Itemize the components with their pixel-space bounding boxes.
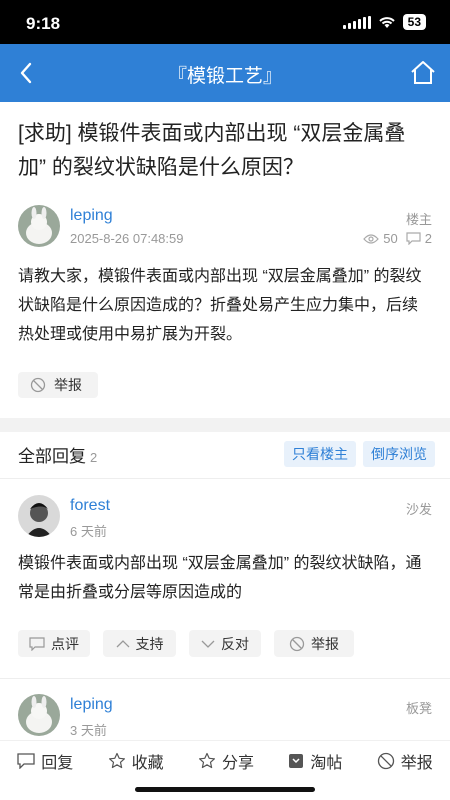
report-label: 举报 bbox=[311, 635, 339, 652]
post-body: 请教大家，模锻件表面或内部出现 “双层金属叠加” 的裂纹状缺陷是什么原因造成的？… bbox=[18, 268, 422, 343]
bottom-report-button[interactable]: 举报 bbox=[377, 749, 433, 773]
reply-author-row: leping 3 天前 板凳 bbox=[18, 694, 432, 740]
home-indicator[interactable] bbox=[135, 787, 315, 792]
status-time: 9:18 bbox=[26, 14, 61, 33]
post-title: [求助] 模锻件表面或内部出现 “双层金属叠加” 的裂纹状缺陷是什么原因？ bbox=[18, 122, 406, 179]
star-icon bbox=[108, 752, 125, 768]
author-name[interactable]: leping bbox=[70, 696, 113, 714]
tray-icon bbox=[289, 753, 304, 768]
section-divider bbox=[0, 418, 450, 432]
chevron-down-icon bbox=[201, 640, 215, 648]
battery-icon: 53 bbox=[402, 14, 426, 30]
reply-label: 回复 bbox=[41, 754, 74, 772]
nav-bar: 『模锻工艺』 bbox=[0, 44, 450, 102]
reverse-order-button[interactable]: 倒序浏览 bbox=[363, 441, 435, 467]
only-op-button[interactable]: 只看楼主 bbox=[284, 441, 356, 467]
oppose-label: 反对 bbox=[221, 635, 249, 652]
tao-button[interactable]: 淘帖 bbox=[288, 749, 342, 773]
page-title: 『模锻工艺』 bbox=[167, 66, 282, 87]
status-icons: 53 bbox=[342, 14, 426, 30]
signal-icon bbox=[342, 15, 371, 29]
report-icon bbox=[30, 377, 46, 393]
comment-icon bbox=[29, 636, 45, 651]
share-star-icon bbox=[198, 752, 215, 768]
floor-label: 沙发 bbox=[405, 502, 432, 517]
status-bar: 9:18 53 bbox=[0, 0, 450, 44]
reply-button[interactable]: 回复 bbox=[17, 749, 73, 773]
favorite-label: 收藏 bbox=[131, 754, 164, 772]
post-date: 2025-8-26 07:48:59 bbox=[70, 231, 184, 246]
comment-icon bbox=[17, 752, 35, 769]
reply-body: 模锻件表面或内部出现 “双层金属叠加” 的裂纹状缺陷，通常是由折叠或分层等原因造… bbox=[18, 555, 422, 601]
support-label: 支持 bbox=[135, 635, 164, 652]
author-name[interactable]: leping bbox=[70, 207, 113, 225]
comment-icon bbox=[406, 232, 421, 245]
home-button[interactable] bbox=[408, 57, 438, 87]
chevron-up-icon bbox=[116, 639, 129, 647]
reply-time: 6 天前 bbox=[70, 524, 107, 539]
floor-label: 楼主 bbox=[405, 212, 432, 227]
eye-icon bbox=[363, 233, 380, 244]
support-button[interactable]: 支持 bbox=[103, 630, 176, 657]
avatar[interactable] bbox=[18, 495, 60, 537]
divider-line bbox=[0, 678, 450, 679]
comment-label: 点评 bbox=[51, 635, 79, 652]
comment-button[interactable]: 点评 bbox=[18, 630, 90, 657]
post-stats: 50 2 bbox=[363, 231, 432, 246]
replies-title: 全部回复 bbox=[18, 447, 86, 466]
wifi-icon bbox=[378, 17, 395, 28]
comment-count: 2 bbox=[424, 231, 432, 246]
post-author-row: leping 2025-8-26 07:48:59 楼主 50 2 bbox=[18, 205, 432, 251]
avatar[interactable] bbox=[18, 694, 60, 736]
bottom-action-bar: 回复 收藏 分享 淘帖 举报 bbox=[0, 740, 450, 780]
reply-time: 3 天前 bbox=[70, 723, 107, 738]
oppose-button[interactable]: 反对 bbox=[189, 630, 261, 657]
share-label: 分享 bbox=[221, 754, 254, 772]
floor-label: 板凳 bbox=[405, 701, 432, 716]
view-count: 50 bbox=[383, 231, 398, 246]
replies-count: 2 bbox=[90, 450, 98, 465]
report-icon bbox=[377, 752, 394, 769]
favorite-button[interactable]: 收藏 bbox=[108, 749, 164, 773]
home-icon bbox=[411, 61, 435, 84]
report-label: 举报 bbox=[54, 377, 82, 393]
reply-report-button[interactable]: 举报 bbox=[274, 630, 354, 657]
reply-author-row: forest 6 天前 沙发 bbox=[18, 495, 432, 541]
tao-label: 淘帖 bbox=[310, 754, 343, 772]
divider-line bbox=[0, 478, 450, 479]
report-icon bbox=[289, 636, 305, 651]
avatar[interactable] bbox=[18, 205, 60, 247]
author-name[interactable]: forest bbox=[70, 497, 110, 515]
report-label: 举报 bbox=[400, 754, 433, 772]
home-indicator-area bbox=[0, 780, 450, 800]
share-button[interactable]: 分享 bbox=[198, 749, 254, 773]
replies-header: 全部回复 2 bbox=[18, 442, 97, 467]
post-report-button[interactable]: 举报 bbox=[18, 372, 98, 398]
